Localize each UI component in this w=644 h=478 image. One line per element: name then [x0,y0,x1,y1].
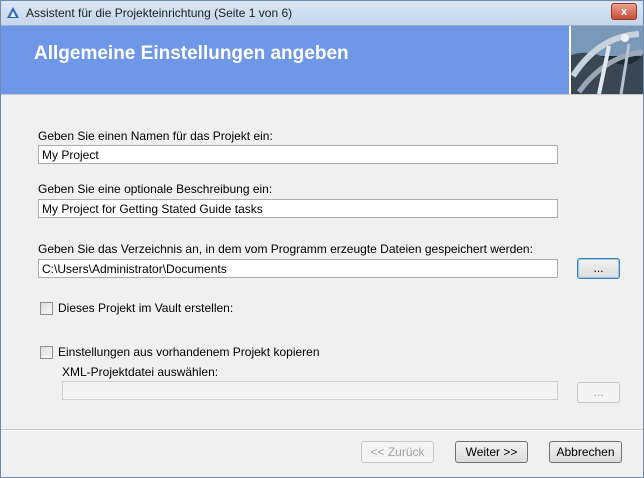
directory-input[interactable] [38,259,558,278]
vault-checkbox[interactable] [40,302,53,315]
project-name-input[interactable] [38,145,558,164]
next-button[interactable]: Weiter >> [455,441,528,463]
description-input[interactable] [38,199,558,218]
wizard-header: Allgemeine Einstellungen angeben [1,26,643,94]
cancel-button[interactable]: Abbrechen [549,441,622,463]
project-name-label: Geben Sie einen Namen für das Projekt ei… [38,129,273,143]
close-button[interactable]: x [611,3,637,20]
xml-file-input[interactable] [62,381,558,400]
directory-browse-button[interactable]: ... [577,258,620,279]
window-title: Assistent für die Projekteinrichtung (Se… [26,6,293,20]
wizard-window: Assistent für die Projekteinrichtung (Se… [0,0,644,478]
xml-file-label: XML-Projektdatei auswählen: [62,365,219,379]
app-logo-icon [7,7,19,18]
back-button[interactable]: << Zurück [361,441,434,463]
header-divider [1,94,643,95]
copy-settings-label: Einstellungen aus vorhandenem Projekt ko… [58,345,320,359]
vault-checkbox-label: Dieses Projekt im Vault erstellen: [58,301,234,315]
directory-label: Geben Sie das Verzeichnis an, in dem vom… [38,242,533,256]
footer-divider-highlight [1,430,643,431]
copy-settings-checkbox[interactable] [40,346,53,359]
title-bar[interactable]: Assistent für die Projekteinrichtung (Se… [1,1,643,26]
page-title: Allgemeine Einstellungen angeben [34,43,349,64]
xml-browse-button[interactable]: ... [577,382,620,403]
pipes-image [569,26,643,94]
description-label: Geben Sie eine optionale Beschreibung ei… [38,182,273,196]
